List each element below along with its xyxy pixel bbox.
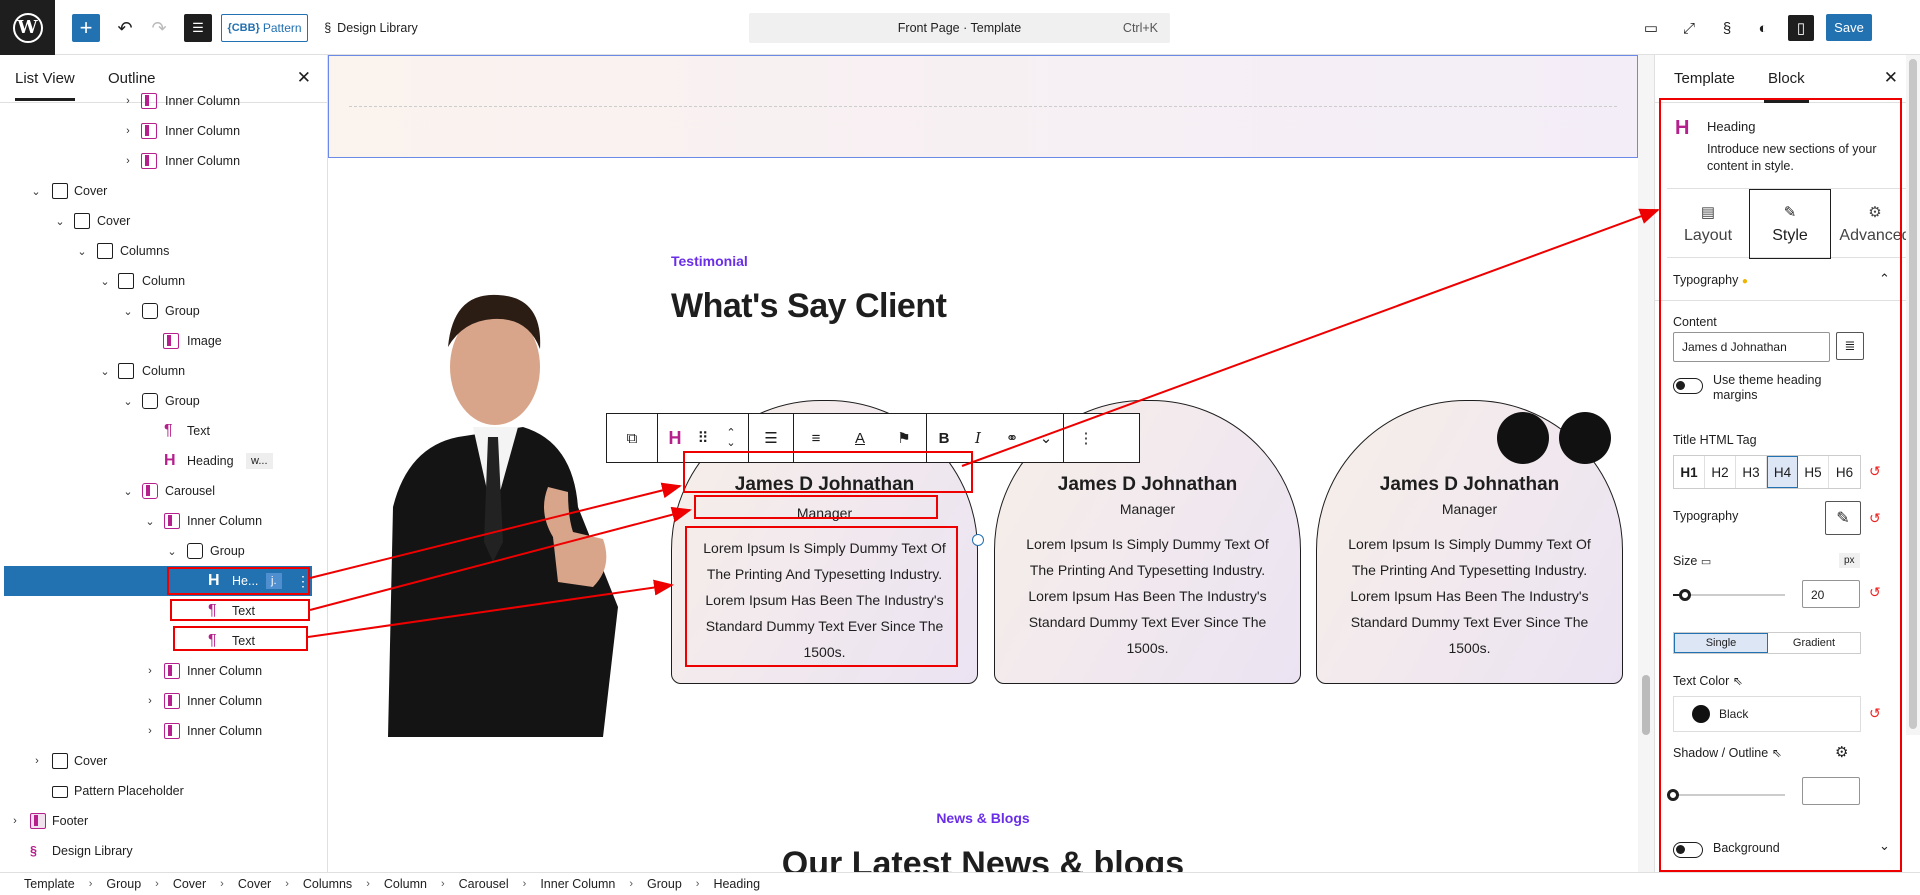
- design-library-button[interactable]: § Design Library: [316, 14, 426, 42]
- design-library-icon[interactable]: §: [1714, 15, 1740, 41]
- paragraph-icon: ¶: [164, 422, 173, 439]
- annotation-box: [685, 526, 958, 667]
- list-item[interactable]: ⌄ Group: [0, 386, 327, 416]
- breadcrumb-item[interactable]: Inner Column: [540, 877, 615, 891]
- annotation-box: [683, 451, 973, 493]
- settings-sidebar-icon[interactable]: ▯: [1788, 15, 1814, 41]
- document-title: Front Page · Template: [897, 21, 1022, 35]
- list-item[interactable]: ⌄ Inner Column: [0, 506, 327, 536]
- annotation-box: [694, 495, 938, 519]
- breadcrumb-item[interactable]: Cover: [238, 877, 271, 891]
- list-item[interactable]: › Cover: [0, 746, 327, 776]
- breadcrumb-item[interactable]: Template: [24, 877, 75, 891]
- annotation-box: [173, 626, 308, 651]
- styles-icon[interactable]: ◐: [1750, 15, 1776, 41]
- transform-icon[interactable]: ⧉: [607, 414, 657, 462]
- breadcrumb-item[interactable]: Cover: [173, 877, 206, 891]
- tab-template[interactable]: Template: [1674, 70, 1735, 87]
- close-icon[interactable]: ✕: [297, 68, 311, 88]
- card-name[interactable]: James D Johnathan: [995, 474, 1300, 496]
- list-item[interactable]: Image: [0, 326, 327, 356]
- card-role[interactable]: Manager: [1317, 501, 1622, 517]
- design-library-icon: §: [324, 21, 332, 35]
- list-item[interactable]: H Heading w...: [0, 446, 327, 476]
- list-item[interactable]: › Inner Column: [0, 686, 327, 716]
- breadcrumb-item[interactable]: Heading: [713, 877, 760, 891]
- list-item[interactable]: ⌄ Cover: [0, 206, 327, 236]
- list-view-panel: List View Outline ✕ › Inner Column › Inner…: [0, 55, 328, 872]
- list-item[interactable]: § Design Library: [0, 836, 327, 866]
- settings-tabs: Template Block ✕: [1655, 55, 1920, 103]
- list-item[interactable]: ¶ Text: [0, 416, 327, 446]
- list-item[interactable]: Pattern Placeholder: [0, 776, 327, 806]
- shortcut-hint: Ctrl+K: [1122, 21, 1158, 35]
- breadcrumb-item[interactable]: Carousel: [459, 877, 509, 891]
- desktop-preview-icon[interactable]: ▭: [1638, 15, 1664, 41]
- list-item[interactable]: › Inner Column: [0, 656, 327, 686]
- settings-scrollbar[interactable]: [1906, 55, 1920, 735]
- list-item[interactable]: ⌄ Column: [0, 356, 327, 386]
- news-eyebrow[interactable]: News & Blogs: [328, 810, 1638, 826]
- list-item[interactable]: ⌄ Columns: [0, 236, 327, 266]
- list-item[interactable]: ⌄ Group: [0, 536, 327, 566]
- annotation-box: [167, 567, 310, 595]
- link-icon[interactable]: ⚭: [995, 414, 1029, 462]
- list-item[interactable]: › Inner Column: [0, 116, 327, 146]
- more-options-icon[interactable]: ⋮: [1064, 414, 1108, 462]
- editor-canvas[interactable]: Testimonial What's Say Client James D Jo…: [328, 55, 1638, 872]
- tab-list-view[interactable]: List View: [15, 70, 75, 101]
- breadcrumb-item[interactable]: Group: [647, 877, 682, 891]
- external-view-icon[interactable]: ⤢: [1676, 15, 1702, 41]
- breadcrumb-item[interactable]: Column: [384, 877, 427, 891]
- undo-icon[interactable]: ↶: [112, 14, 138, 42]
- close-icon[interactable]: ✕: [1884, 68, 1898, 88]
- card-role[interactable]: Manager: [995, 501, 1300, 517]
- resize-handle[interactable]: [972, 534, 984, 546]
- document-title-bar[interactable]: Front Page · Template Ctrl+K: [749, 13, 1170, 43]
- list-item[interactable]: ⌄ Group: [0, 296, 327, 326]
- list-item[interactable]: › Inner Column: [0, 716, 327, 746]
- list-item[interactable]: ⌄ Column: [0, 266, 327, 296]
- list-item[interactable]: › Inner Column: [0, 146, 327, 176]
- annotation-box: [1659, 98, 1902, 872]
- list-item[interactable]: ⌄ Cover: [0, 176, 327, 206]
- breadcrumb-item[interactable]: Group: [106, 877, 141, 891]
- cover-block[interactable]: [328, 55, 1638, 158]
- carousel-prev-button[interactable]: [1497, 412, 1549, 464]
- add-block-button[interactable]: +: [72, 14, 100, 42]
- heading-icon: H: [164, 452, 176, 469]
- section-title[interactable]: What's Say Client: [671, 287, 947, 326]
- card-name[interactable]: James D Johnathan: [1317, 474, 1622, 496]
- design-library-icon: §: [30, 844, 37, 858]
- pattern-button[interactable]: {CBB} Pattern: [221, 14, 308, 42]
- tab-outline[interactable]: Outline: [108, 70, 156, 87]
- chevron-down-icon[interactable]: ⌄: [1029, 414, 1063, 462]
- card-body[interactable]: Lorem Ipsum Is Simply Dummy Text Of The …: [1013, 531, 1282, 661]
- breadcrumb: Template › Group › Cover › Cover › Columns › …: [0, 872, 1920, 895]
- businessman-image[interactable]: [368, 277, 618, 737]
- save-button[interactable]: Save: [1826, 14, 1872, 41]
- card-body[interactable]: Lorem Ipsum Is Simply Dummy Text Of The …: [1335, 531, 1604, 661]
- list-item[interactable]: › Footer: [0, 806, 327, 836]
- tab-block[interactable]: Block: [1764, 70, 1809, 103]
- carousel-next-button[interactable]: [1559, 412, 1611, 464]
- canvas-scrollbar[interactable]: [1638, 55, 1654, 872]
- list-item[interactable]: › Inner Column: [0, 86, 327, 116]
- annotation-box: [170, 599, 310, 621]
- breadcrumb-item[interactable]: Columns: [303, 877, 352, 891]
- section-eyebrow[interactable]: Testimonial: [671, 253, 748, 269]
- redo-icon[interactable]: ↷: [146, 14, 172, 42]
- list-item[interactable]: ⌄ Carousel: [0, 476, 327, 506]
- list-view-button[interactable]: ☰: [184, 14, 212, 42]
- news-title[interactable]: Our Latest News & blogs: [328, 845, 1638, 872]
- top-toolbar: W + ↶ ↷ ☰ {CBB} Pattern § Design Library F…: [0, 0, 1920, 55]
- wordpress-logo-icon[interactable]: W: [0, 0, 55, 55]
